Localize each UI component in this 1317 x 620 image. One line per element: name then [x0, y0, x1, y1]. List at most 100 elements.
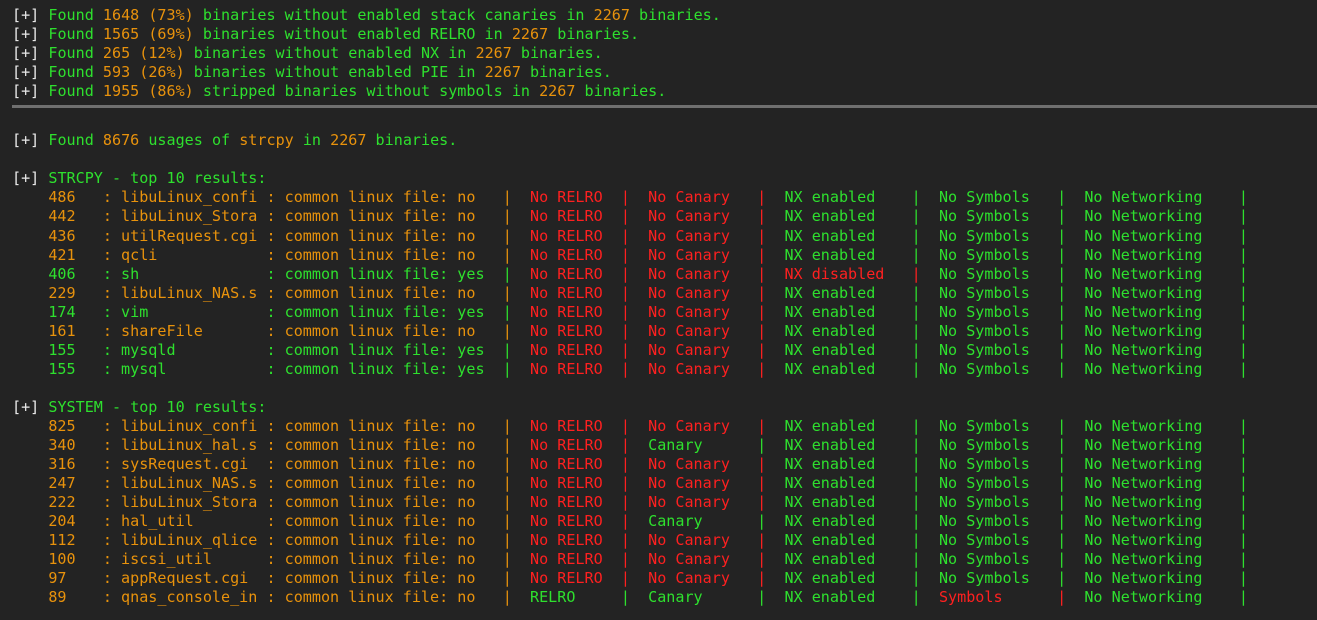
- cell-networking: No Networking: [1084, 340, 1239, 359]
- row-separator-end: |: [1238, 207, 1248, 226]
- cell-relro: No RELRO: [529, 188, 621, 207]
- row-separator: |: [1057, 188, 1085, 207]
- section-heading: [+] SYSTEM - top 10 results:: [12, 398, 1317, 417]
- row-separator: |: [757, 512, 785, 531]
- row-separator: |: [620, 474, 649, 493]
- row-separator: |: [502, 474, 530, 493]
- summary-total: 2267: [539, 82, 576, 101]
- row-separator: |: [502, 512, 530, 531]
- cell-nx: NX enabled: [784, 531, 912, 550]
- usage-total: 2267: [330, 131, 367, 150]
- cell-networking: No Networking: [1084, 416, 1239, 435]
- cell-nx: NX enabled: [784, 493, 912, 512]
- summary-suffix: binaries.: [575, 82, 667, 101]
- row-left: 316 : sysRequest.cgi : common linux file…: [12, 455, 503, 474]
- table-row: 436 : utilRequest.cgi : common linux fil…: [12, 227, 1317, 246]
- row-separator: |: [911, 588, 939, 607]
- row-separator: |: [502, 321, 530, 340]
- row-separator: |: [620, 340, 649, 359]
- cell-networking: No Networking: [1084, 359, 1239, 378]
- cell-symbols: No Symbols: [938, 321, 1058, 340]
- cell-symbols: No Symbols: [938, 264, 1058, 283]
- row-separator: |: [911, 455, 939, 474]
- row-separator: |: [911, 264, 939, 283]
- cell-canary: No Canary: [648, 264, 758, 283]
- row-left: 340 : libuLinux_hal.s : common linux fil…: [12, 436, 503, 455]
- row-separator: |: [502, 340, 530, 359]
- summary-line: [+] Found 1955 (86%) stripped binaries w…: [12, 82, 1317, 101]
- row-separator: |: [757, 264, 785, 283]
- cell-networking: No Networking: [1084, 302, 1239, 321]
- cell-nx: NX enabled: [784, 188, 912, 207]
- table-row: 204 : hal_util : common linux file: no |…: [12, 512, 1317, 531]
- cell-relro: No RELRO: [529, 264, 621, 283]
- row-separator: |: [620, 455, 649, 474]
- row-left: 100 : iscsi_util : common linux file: no: [12, 550, 503, 569]
- cell-canary: Canary: [648, 588, 758, 607]
- row-separator: |: [911, 283, 939, 302]
- row-separator: |: [502, 264, 530, 283]
- row-separator-end: |: [1238, 455, 1248, 474]
- row-separator: |: [502, 569, 530, 588]
- row-separator: |: [1057, 226, 1085, 245]
- row-separator: |: [911, 245, 939, 264]
- row-separator: |: [502, 493, 530, 512]
- row-separator: |: [911, 474, 939, 493]
- table-row: 222 : libuLinux_Stora : common linux fil…: [12, 493, 1317, 512]
- table-row: 97 : appRequest.cgi : common linux file:…: [12, 569, 1317, 588]
- summary-total: 2267: [511, 25, 549, 44]
- table-row: 442 : libuLinux_Stora : common linux fil…: [12, 207, 1317, 226]
- row-separator: |: [620, 264, 649, 283]
- row-separator: |: [911, 226, 939, 245]
- row-separator: |: [757, 340, 785, 359]
- status-prefix: [+]: [12, 169, 40, 188]
- section-heading-label: SYSTEM - top 10 results:: [39, 397, 267, 416]
- row-left: 825 : libuLinux_confi : common linux fil…: [12, 416, 503, 435]
- usage-text: usages of: [139, 131, 240, 150]
- table-row: 174 : vim : common linux file: yes | No …: [12, 303, 1317, 322]
- cell-nx: NX enabled: [784, 550, 912, 569]
- status-prefix: [+]: [12, 131, 40, 150]
- cell-relro: No RELRO: [529, 550, 621, 569]
- cell-nx: NX enabled: [784, 416, 912, 435]
- row-left: 442 : libuLinux_Stora : common linux fil…: [12, 207, 503, 226]
- cell-relro: No RELRO: [529, 302, 621, 321]
- cell-nx: NX enabled: [784, 283, 912, 302]
- cell-symbols: No Symbols: [938, 455, 1058, 474]
- row-left: 174 : vim : common linux file: yes: [12, 302, 503, 321]
- row-separator: |: [1057, 321, 1085, 340]
- table-row: 229 : libuLinux_NAS.s : common linux fil…: [12, 284, 1317, 303]
- cell-nx: NX enabled: [784, 436, 912, 455]
- row-separator: |: [911, 340, 939, 359]
- row-separator: |: [1057, 264, 1085, 283]
- row-separator: |: [502, 416, 530, 435]
- cell-relro: No RELRO: [529, 245, 621, 264]
- row-separator: |: [757, 188, 785, 207]
- cell-nx: NX enabled: [784, 569, 912, 588]
- cell-relro: No RELRO: [529, 436, 621, 455]
- cell-canary: No Canary: [648, 340, 758, 359]
- cell-relro: No RELRO: [529, 340, 621, 359]
- cell-nx: NX enabled: [784, 245, 912, 264]
- table-row: 247 : libuLinux_NAS.s : common linux fil…: [12, 474, 1317, 493]
- cell-relro: No RELRO: [529, 283, 621, 302]
- cell-networking: No Networking: [1084, 493, 1239, 512]
- cell-canary: No Canary: [648, 226, 758, 245]
- row-left: 436 : utilRequest.cgi : common linux fil…: [12, 226, 503, 245]
- cell-relro: No RELRO: [529, 416, 621, 435]
- row-separator: |: [502, 455, 530, 474]
- summary-count: 1648 (73%): [102, 6, 194, 24]
- row-separator-end: |: [1238, 531, 1248, 550]
- row-separator: |: [757, 436, 785, 455]
- row-separator: |: [620, 283, 649, 302]
- row-separator: |: [911, 416, 939, 435]
- cell-canary: No Canary: [648, 416, 758, 435]
- cell-symbols: No Symbols: [938, 531, 1058, 550]
- cell-networking: No Networking: [1084, 531, 1239, 550]
- table-row: 406 : sh : common linux file: yes | No R…: [12, 265, 1317, 284]
- row-separator-end: |: [1238, 512, 1248, 531]
- row-left: 155 : mysqld : common linux file: yes: [12, 340, 503, 359]
- row-separator: |: [757, 474, 785, 493]
- row-separator: |: [620, 302, 649, 321]
- summary-count: 1565 (69%): [102, 25, 194, 44]
